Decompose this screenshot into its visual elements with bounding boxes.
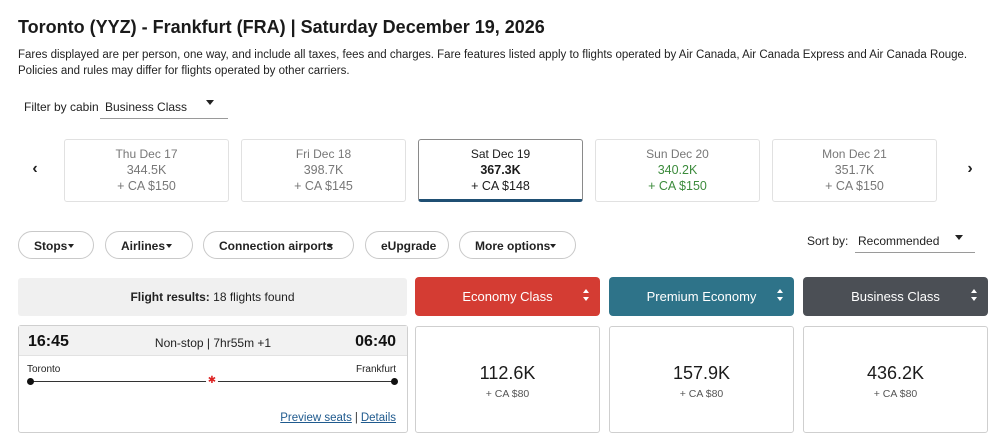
sort-select[interactable]: Recommended xyxy=(855,228,975,253)
date-label: Thu Dec 17 xyxy=(115,147,178,161)
date-taxes: + CA $148 xyxy=(471,179,530,193)
caret-down-icon xyxy=(550,244,556,248)
date-points: 367.3K xyxy=(480,163,521,177)
date-taxes: + CA $150 xyxy=(825,179,884,193)
chevron-left-icon: ‹ xyxy=(32,160,38,177)
premium-economy-fare-button[interactable]: 157.9K + CA $80 xyxy=(609,326,794,433)
fare-points: 157.9K xyxy=(672,363,731,383)
maple-leaf-icon: ✱ xyxy=(206,375,218,387)
date-points: 398.7K xyxy=(303,163,344,177)
destination-dot xyxy=(391,378,398,385)
link-separator: | xyxy=(354,412,358,424)
arrival-time: 06:40 xyxy=(355,333,396,350)
business-class-fare-button[interactable]: 436.2K + CA $80 xyxy=(803,326,988,433)
connection-airports-filter-button[interactable]: Connection airports xyxy=(203,231,354,259)
caret-down-icon xyxy=(166,244,172,248)
caret-down-icon xyxy=(955,235,963,240)
more-options-filter-label: More options xyxy=(475,239,551,253)
sort-arrows-icon xyxy=(971,289,979,303)
results-count: 18 flights found xyxy=(213,290,295,304)
sort-label: Sort by: xyxy=(807,234,849,248)
date-label: Mon Dec 21 xyxy=(822,147,887,161)
flight-card: 16:45 Non-stop | 7hr55m +1 06:40 Toronto… xyxy=(18,325,408,433)
stops-filter-button[interactable]: Stops xyxy=(18,231,94,259)
cabin-filter-value: Business Class xyxy=(105,100,188,114)
cabin-filter-select[interactable]: Business Class xyxy=(100,93,228,119)
date-taxes: + CA $150 xyxy=(648,179,707,193)
fare-taxes: + CA $80 xyxy=(873,388,918,400)
business-class-header[interactable]: Business Class xyxy=(803,277,988,316)
date-card-dec-21[interactable]: Mon Dec 21 351.7K + CA $150 xyxy=(772,139,937,202)
date-taxes: + CA $145 xyxy=(294,179,353,193)
preview-seats-link[interactable]: Preview seats xyxy=(280,412,352,424)
destination-city: Frankfurt xyxy=(355,364,396,375)
page-title: Toronto (YYZ) - Frankfurt (FRA) | Saturd… xyxy=(18,17,545,37)
date-card-dec-17[interactable]: Thu Dec 17 344.5K + CA $150 xyxy=(64,139,229,202)
flight-card-header: 16:45 Non-stop | 7hr55m +1 06:40 xyxy=(19,326,407,356)
date-card-dec-18[interactable]: Fri Dec 18 398.7K + CA $145 xyxy=(241,139,406,202)
date-label: Fri Dec 18 xyxy=(295,147,352,161)
date-taxes: + CA $150 xyxy=(117,179,176,193)
next-dates-button[interactable]: › xyxy=(962,160,978,178)
more-options-filter-button[interactable]: More options xyxy=(459,231,576,259)
cabin-filter-label: Filter by cabin xyxy=(24,100,99,114)
date-points: 344.5K xyxy=(126,163,167,177)
date-card-dec-19[interactable]: Sat Dec 19 367.3K + CA $148 xyxy=(418,139,583,202)
previous-dates-button[interactable]: ‹ xyxy=(27,160,43,178)
business-class-label: Business Class xyxy=(851,289,940,304)
date-label: Sat Dec 19 xyxy=(470,147,531,161)
sort-arrows-icon xyxy=(777,289,785,303)
origin-city: Toronto xyxy=(27,364,61,375)
premium-economy-label: Premium Economy xyxy=(646,289,757,304)
chevron-right-icon: › xyxy=(967,160,973,177)
fare-points: 436.2K xyxy=(866,363,925,383)
caret-down-icon xyxy=(68,244,74,248)
connection-airports-filter-label: Connection airports xyxy=(219,239,334,253)
flight-results-summary: Flight results: 18 flights found xyxy=(18,278,407,316)
caret-down-icon xyxy=(327,244,333,248)
airlines-filter-label: Airlines xyxy=(121,239,166,253)
date-label: Sun Dec 20 xyxy=(646,147,709,161)
economy-class-label: Economy Class xyxy=(462,289,553,304)
origin-dot xyxy=(27,378,34,385)
flight-duration: Non-stop | 7hr55m +1 xyxy=(154,336,272,350)
fare-taxes: + CA $80 xyxy=(485,388,530,400)
fare-points: 112.6K xyxy=(479,363,536,383)
premium-economy-header[interactable]: Premium Economy xyxy=(609,277,794,316)
economy-fare-button[interactable]: 112.6K + CA $80 xyxy=(415,326,600,433)
airlines-filter-button[interactable]: Airlines xyxy=(105,231,193,259)
stops-filter-label: Stops xyxy=(34,239,68,253)
date-points: 351.7K xyxy=(834,163,875,177)
fare-taxes: + CA $80 xyxy=(679,388,724,400)
details-link[interactable]: Details xyxy=(361,412,396,424)
flight-links: Preview seats | Details xyxy=(280,412,396,424)
eupgrade-filter-button[interactable]: eUpgrade xyxy=(365,231,449,259)
caret-down-icon xyxy=(206,100,214,105)
date-points: 340.2K xyxy=(657,163,698,177)
fare-disclaimer: Fares displayed are per person, one way,… xyxy=(18,49,968,77)
economy-class-header[interactable]: Economy Class xyxy=(415,277,600,316)
eupgrade-filter-label: eUpgrade xyxy=(381,239,437,253)
sort-value: Recommended xyxy=(858,234,940,248)
results-label: Flight results: xyxy=(130,290,210,304)
sort-arrows-icon xyxy=(583,289,591,303)
date-card-dec-20[interactable]: Sun Dec 20 340.2K + CA $150 xyxy=(595,139,760,202)
